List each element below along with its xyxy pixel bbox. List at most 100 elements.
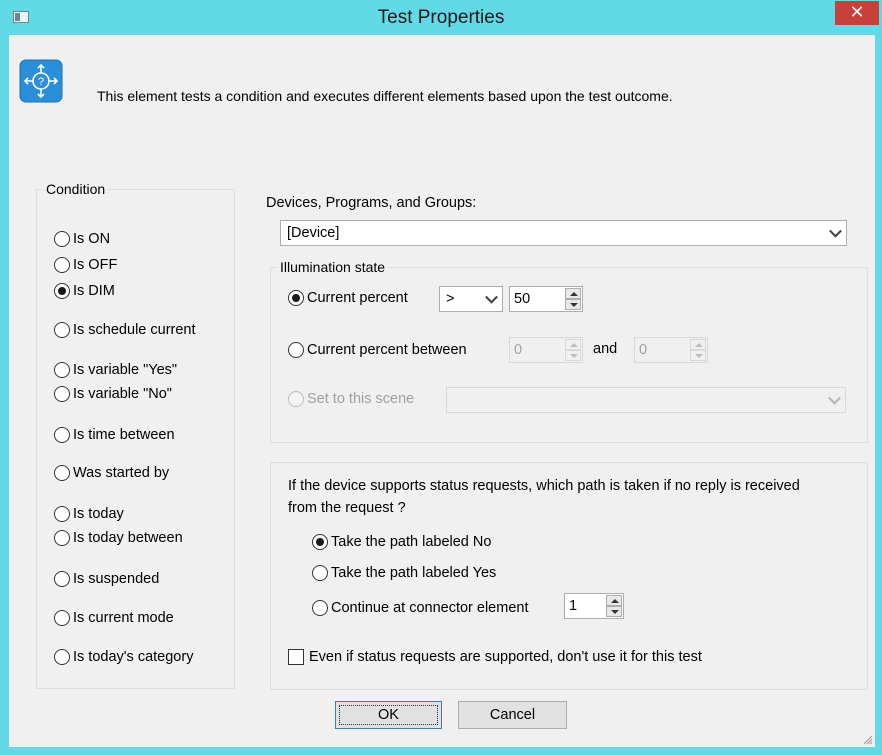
- radio-indicator: [54, 257, 70, 273]
- condition-option-10[interactable]: Is today between: [54, 530, 183, 546]
- condition-option-label: Is current mode: [73, 610, 174, 626]
- radio-indicator: [312, 534, 328, 550]
- radio-indicator: [54, 465, 70, 481]
- condition-option-6[interactable]: Is variable "No": [54, 386, 172, 402]
- ignore-status-checkbox[interactable]: Even if status requests are supported, d…: [288, 649, 702, 665]
- radio-indicator: [288, 342, 304, 358]
- scene-label: Set to this scene: [307, 391, 415, 407]
- svg-text:?: ?: [38, 76, 44, 88]
- condition-option-label: Is today: [73, 506, 124, 522]
- dialog-body: ? This element tests a condition and exe…: [9, 35, 875, 747]
- condition-option-7[interactable]: Is time between: [54, 427, 175, 443]
- connector-value: 1: [569, 598, 578, 614]
- radio-indicator: [312, 565, 328, 581]
- cancel-button[interactable]: Cancel: [458, 701, 567, 729]
- between-from-value: 0: [514, 342, 523, 358]
- condition-option-label: Is OFF: [73, 257, 118, 273]
- devices-dropdown[interactable]: [Device]: [280, 220, 847, 246]
- percent-stepper[interactable]: 50: [509, 286, 583, 312]
- radio-indicator: [54, 506, 70, 522]
- ok-label: OK: [378, 707, 399, 723]
- operator-selected: >: [446, 291, 455, 307]
- radio-indicator: [54, 362, 70, 378]
- condition-option-label: Is variable "Yes": [73, 362, 178, 378]
- radio-indicator: [54, 427, 70, 443]
- condition-option-1[interactable]: Is ON: [54, 231, 110, 247]
- radio-indicator: [288, 391, 304, 407]
- chevron-down-icon: [485, 290, 498, 304]
- radio-indicator: [54, 322, 70, 338]
- spin-up-icon[interactable]: [606, 595, 622, 606]
- radio-indicator: [54, 571, 70, 587]
- between-to-value: 0: [639, 342, 648, 358]
- status-option-1[interactable]: Take the path labeled No: [312, 534, 491, 550]
- spin-down-icon[interactable]: [690, 350, 706, 361]
- radio-indicator: [54, 386, 70, 402]
- condition-option-label: Is time between: [73, 427, 175, 443]
- spin-down-icon[interactable]: [565, 350, 581, 361]
- ok-button[interactable]: OK: [335, 701, 442, 729]
- current-percent-label: Current percent: [307, 290, 408, 306]
- condition-option-3[interactable]: Is DIM: [54, 283, 115, 299]
- radio-set-to-scene[interactable]: Set to this scene: [288, 391, 414, 407]
- close-icon: ✕: [849, 2, 865, 22]
- between-from-stepper[interactable]: 0: [509, 337, 583, 363]
- between-to-stepper[interactable]: 0: [634, 337, 708, 363]
- condition-option-2[interactable]: Is OFF: [54, 257, 117, 273]
- operator-dropdown[interactable]: >: [439, 286, 503, 312]
- condition-option-4[interactable]: Is schedule current: [54, 322, 196, 338]
- radio-current-percent-between[interactable]: Current percent between: [288, 342, 467, 358]
- radio-indicator: [288, 290, 304, 306]
- radio-current-percent[interactable]: Current percent: [288, 290, 408, 306]
- close-button[interactable]: ✕: [835, 1, 879, 25]
- chevron-down-icon: [829, 224, 842, 238]
- resize-grip-icon[interactable]: [861, 733, 873, 745]
- spin-up-icon[interactable]: [690, 339, 706, 350]
- status-option-label: Continue at connector element: [331, 600, 529, 616]
- title-bar[interactable]: Test Properties ✕: [1, 1, 881, 35]
- ignore-status-label: Even if status requests are supported, d…: [309, 649, 702, 665]
- condition-option-11[interactable]: Is suspended: [54, 571, 159, 587]
- condition-option-label: Is schedule current: [73, 322, 196, 338]
- condition-option-label: Is ON: [73, 231, 111, 247]
- devices-selected: [Device]: [287, 225, 340, 241]
- condition-option-label: Was started by: [73, 465, 170, 481]
- devices-label: Devices, Programs, and Groups:: [266, 195, 477, 211]
- radio-indicator: [54, 649, 70, 665]
- status-option-3[interactable]: Continue at connector element: [312, 600, 529, 616]
- spin-down-icon[interactable]: [606, 606, 622, 617]
- condition-option-9[interactable]: Is today: [54, 506, 124, 522]
- status-option-label: Take the path labeled No: [331, 534, 492, 550]
- cancel-label: Cancel: [489, 707, 536, 723]
- status-option-label: Take the path labeled Yes: [331, 565, 497, 581]
- connector-stepper[interactable]: 1: [564, 593, 624, 619]
- condition-option-label: Is today's category: [73, 649, 194, 665]
- between-label: Current percent between: [307, 342, 467, 358]
- condition-option-12[interactable]: Is current mode: [54, 610, 174, 626]
- description-text: This element tests a condition and execu…: [97, 88, 673, 104]
- test-element-icon: ?: [19, 59, 63, 103]
- spin-up-icon[interactable]: [565, 339, 581, 350]
- scene-dropdown[interactable]: [446, 387, 846, 413]
- condition-option-13[interactable]: Is today's category: [54, 649, 193, 665]
- condition-option-5[interactable]: Is variable "Yes": [54, 362, 177, 378]
- illumination-legend: Illumination state: [280, 259, 386, 275]
- radio-indicator: [54, 610, 70, 626]
- radio-indicator: [54, 231, 70, 247]
- radio-indicator: [312, 600, 328, 616]
- spin-up-icon[interactable]: [565, 288, 581, 299]
- condition-option-label: Is variable "No": [73, 386, 172, 402]
- window-title: Test Properties: [377, 7, 505, 28]
- radio-indicator: [54, 283, 70, 299]
- status-question: If the device supports status requests, …: [288, 478, 800, 516]
- chevron-down-icon: [828, 391, 841, 405]
- condition-option-8[interactable]: Was started by: [54, 465, 169, 481]
- condition-option-label: Is today between: [73, 530, 183, 546]
- status-option-2[interactable]: Take the path labeled Yes: [312, 565, 496, 581]
- spin-down-icon[interactable]: [565, 299, 581, 310]
- and-label: and: [593, 341, 618, 357]
- radio-indicator: [54, 530, 70, 546]
- condition-option-label: Is suspended: [73, 571, 160, 587]
- dialog-window: Test Properties ✕ ? This element tests a…: [0, 0, 882, 755]
- percent-value: 50: [514, 291, 531, 307]
